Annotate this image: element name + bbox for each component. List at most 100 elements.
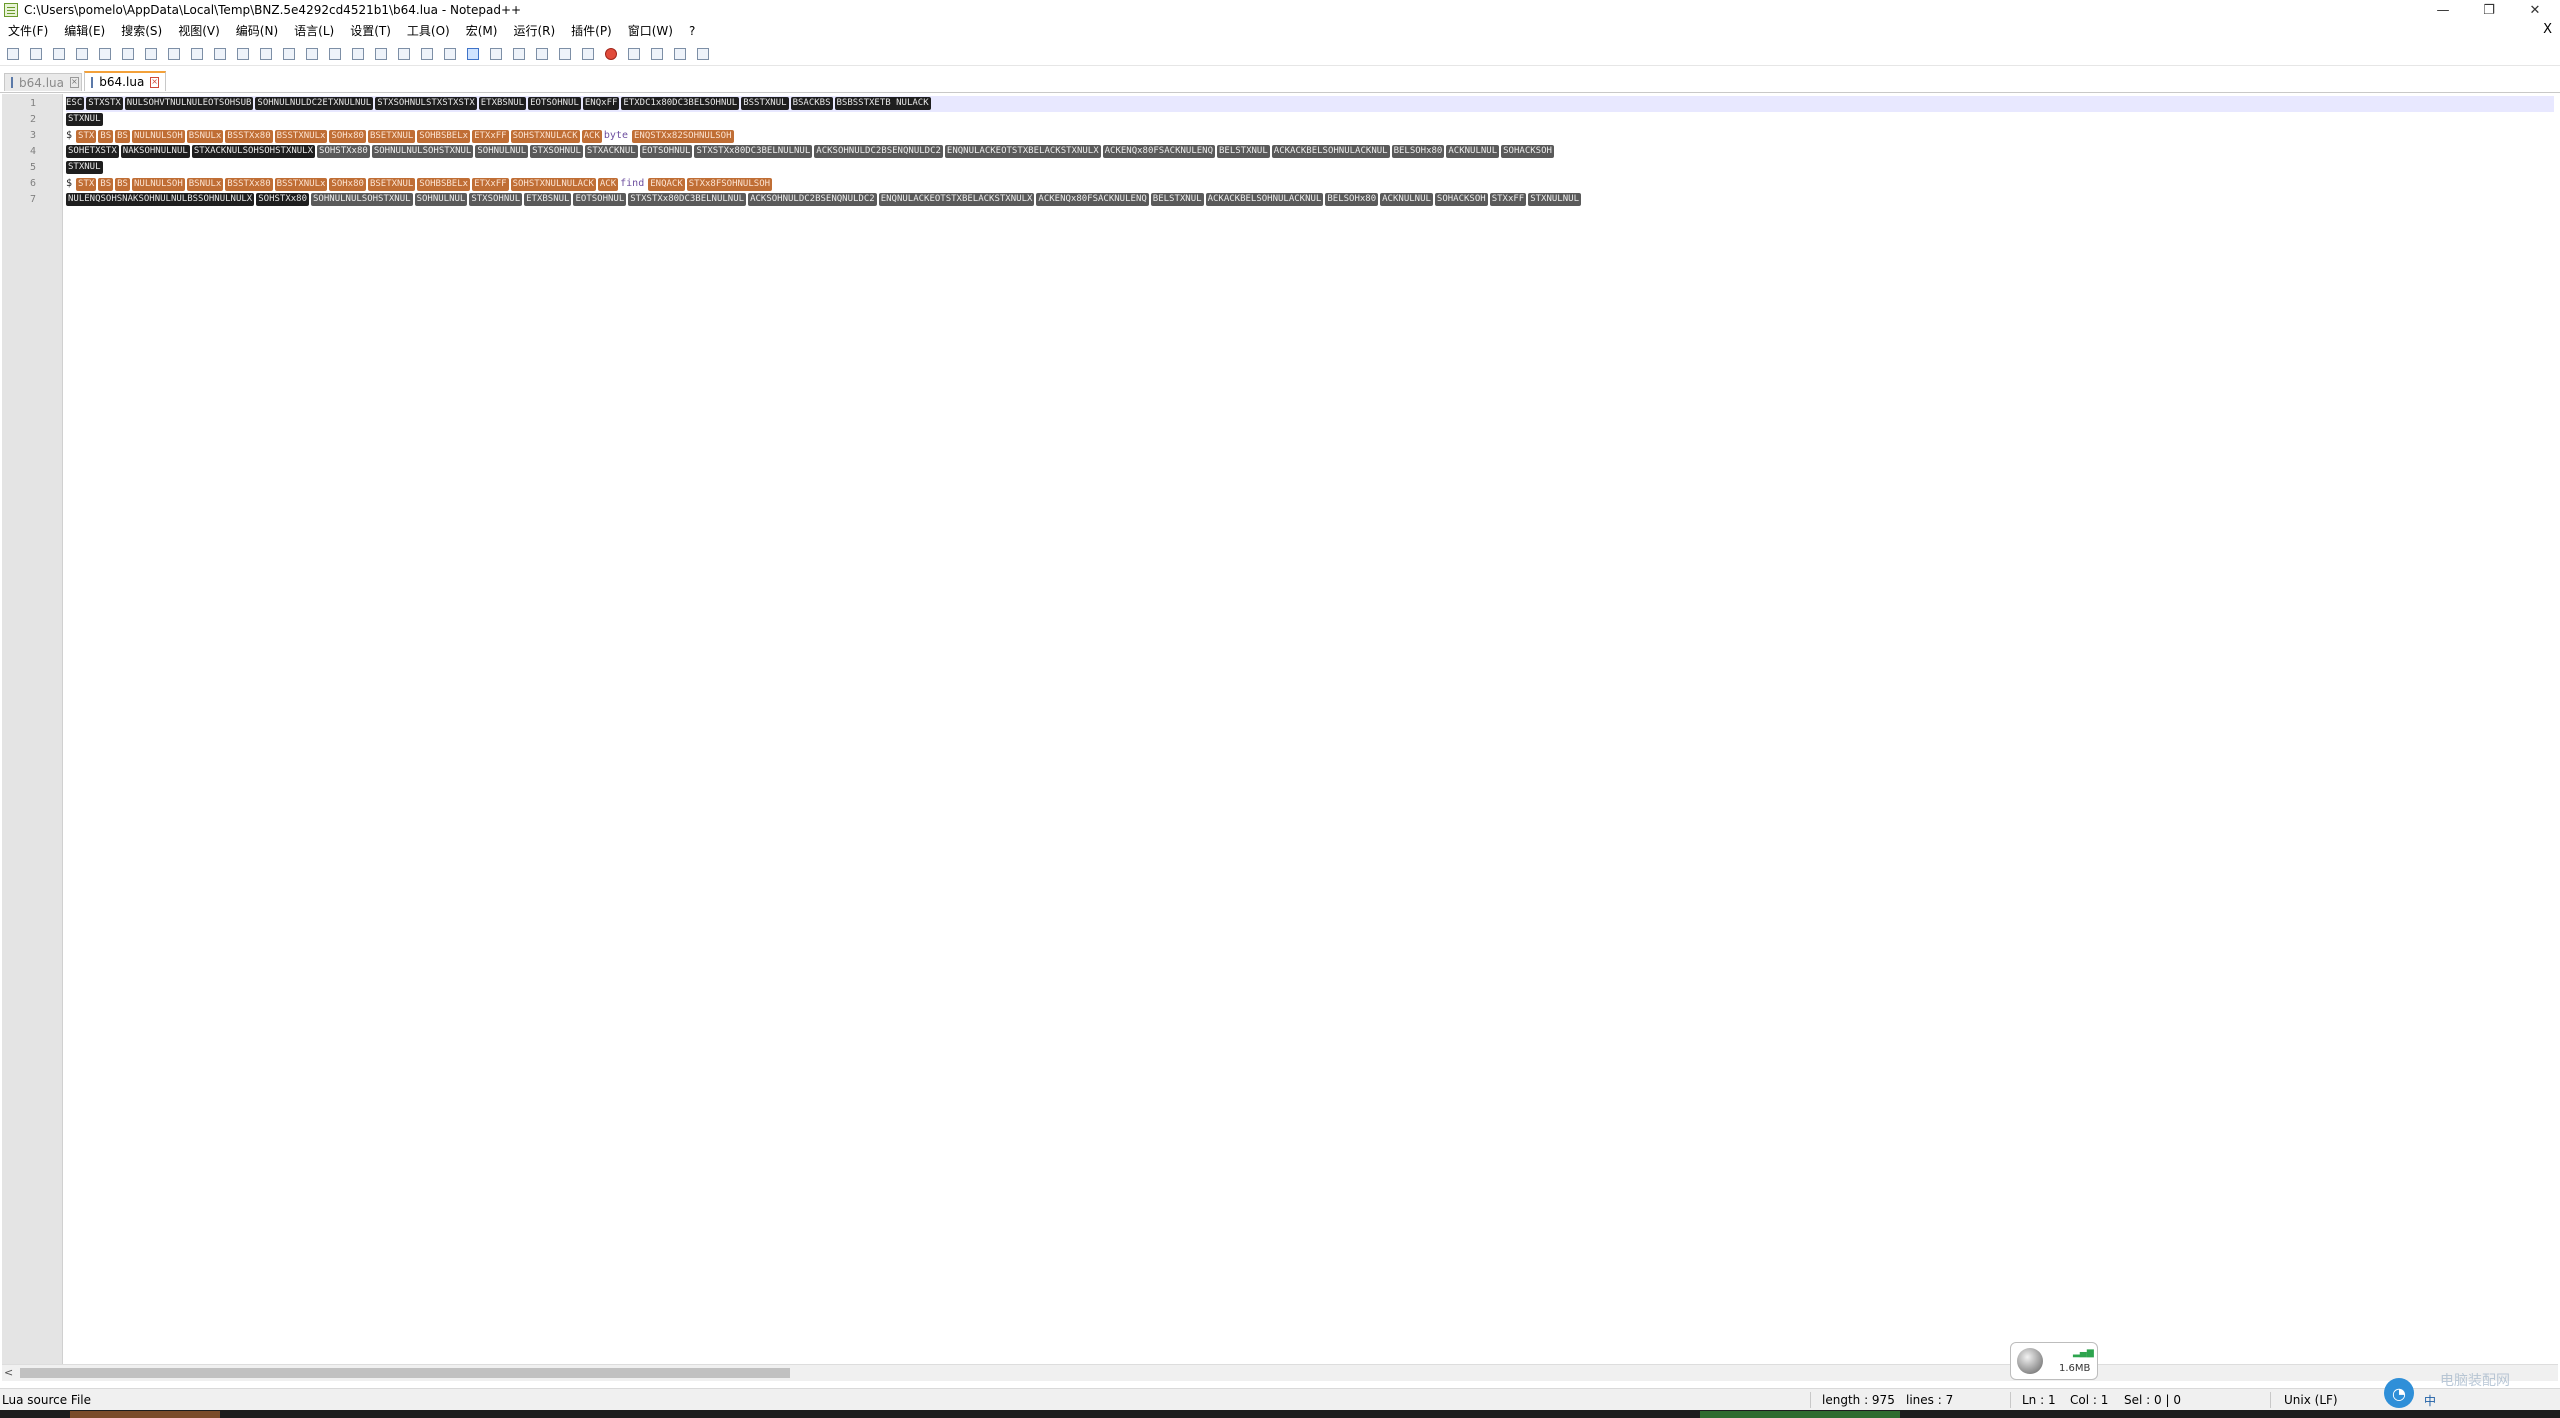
code-line[interactable]: NULENQSOHSNAKSOHNULNULBSSOHNULNULX SOHSTX… <box>66 192 1583 208</box>
save-icon[interactable] <box>50 45 68 63</box>
control-char-token: STXSOHNULSTXSTXSTX <box>375 96 477 110</box>
sync-vertical-icon[interactable] <box>372 45 390 63</box>
code-text: find <box>620 178 645 189</box>
menu-item[interactable]: 宏(M) <box>458 22 506 40</box>
menu-item[interactable]: 运行(R) <box>505 22 563 40</box>
code-line[interactable]: STXNUL <box>66 160 105 176</box>
close-file-icon[interactable] <box>96 45 114 63</box>
status-separator <box>2010 1392 2011 1408</box>
sync-horizontal-icon[interactable] <box>395 45 413 63</box>
menu-item[interactable]: 窗口(W) <box>620 22 681 40</box>
control-char-token: STXSTXx80DC3BELNULNUL <box>628 192 747 206</box>
control-char-token: SOHETXSTX <box>66 144 119 158</box>
control-char-token: SOHACKSOH <box>1501 144 1554 158</box>
control-char-token: SOHBSBELx <box>417 177 471 191</box>
open-file-icon[interactable] <box>27 45 45 63</box>
document-close-button[interactable]: X <box>2543 22 2552 37</box>
paste-icon[interactable] <box>211 45 229 63</box>
minimize-button[interactable]: — <box>2420 0 2466 20</box>
tab-b64-lua-2[interactable]: b64.lua × <box>84 71 166 91</box>
control-char-token: ACKNULNUL <box>1380 192 1433 206</box>
line-number: 4 <box>29 146 36 157</box>
close-button[interactable]: ✕ <box>2512 0 2558 20</box>
title-bar: C:\Users\pomelo\AppData\Local\Temp\BNZ.5… <box>0 0 2560 20</box>
close-all-icon[interactable] <box>119 45 137 63</box>
network-speed: 1.6MB <box>2059 1363 2091 1374</box>
copy-icon[interactable] <box>188 45 206 63</box>
find-icon[interactable] <box>280 45 298 63</box>
word-wrap-icon[interactable] <box>418 45 436 63</box>
stop-macro-icon[interactable] <box>625 45 643 63</box>
code-text: byte <box>603 130 628 141</box>
control-char-token: ACKSOHNULDC2BSENQNULDC2 <box>748 192 877 206</box>
menu-item[interactable]: 搜索(S) <box>113 22 170 40</box>
control-char-token: EOTSOHNUL <box>528 96 581 110</box>
control-char-token: BSSTXx80 <box>225 177 273 191</box>
restore-button[interactable]: ❐ <box>2466 0 2512 20</box>
taskbar-app[interactable] <box>70 1411 220 1418</box>
code-line[interactable]: $ STX BS BS NULNULSOH BSNULx BSSTXx80 BSSTXNULx… <box>66 176 774 192</box>
zoom-in-icon[interactable] <box>326 45 344 63</box>
control-char-token: ENQNULACKEOTSTXBELACKSTXNULX <box>878 192 1035 206</box>
scroll-left-icon[interactable]: < <box>4 1365 13 1381</box>
play-macro-icon[interactable] <box>648 45 666 63</box>
zoom-out-icon[interactable] <box>349 45 367 63</box>
show-all-chars-icon[interactable] <box>441 45 459 63</box>
editor[interactable]: 1234567 ESC STXSTX NULSOHVTNULNULEOTSOHSUB… <box>0 94 2560 1364</box>
control-char-token: BSSTXNUL <box>741 96 789 110</box>
user-defined-language-icon[interactable] <box>487 45 505 63</box>
control-char-token: SOHNULNULSOHSTXNUL <box>311 192 413 206</box>
run-macro-multiple-icon[interactable] <box>671 45 689 63</box>
control-char-token: ENQSTXx82SOHNULSOH <box>631 129 734 143</box>
control-char-token: STXSOHNUL <box>530 144 583 158</box>
document-map-icon[interactable] <box>510 45 528 63</box>
horizontal-scrollbar[interactable]: < <box>2 1364 2558 1381</box>
menu-item[interactable]: 语言(L) <box>286 22 342 40</box>
menu-item[interactable]: 视图(V) <box>170 22 228 40</box>
redo-icon[interactable] <box>257 45 275 63</box>
menu-item[interactable]: 插件(P) <box>563 22 620 40</box>
scroll-thumb[interactable] <box>20 1368 790 1378</box>
monitoring-icon[interactable] <box>579 45 597 63</box>
control-char-token: ACKENQx80FSACKNULENQ <box>1102 144 1215 158</box>
taskbar-app[interactable] <box>1700 1411 1900 1418</box>
document-length: length : 975 <box>1822 1393 1895 1407</box>
cut-icon[interactable] <box>165 45 183 63</box>
network-speed-widget[interactable]: ▂▄▆ 1.6MB <box>2010 1342 2098 1380</box>
menu-item[interactable]: 工具(O) <box>399 22 458 40</box>
code-area[interactable]: ESC STXSTX NULSOHVTNULNULEOTSOHSUB SOHNULNU… <box>66 94 2560 1364</box>
status-separator <box>2270 1392 2271 1408</box>
function-list-icon[interactable] <box>533 45 551 63</box>
control-char-token: STXxFF <box>1489 192 1527 206</box>
close-tab-icon[interactable]: × <box>150 76 159 88</box>
menu-item[interactable]: 编辑(E) <box>56 22 113 40</box>
new-file-icon[interactable] <box>4 45 22 63</box>
control-char-token: SOHSTXNULNULACK <box>510 177 596 191</box>
control-char-token: BSNULx <box>186 177 224 191</box>
save-macro-icon[interactable] <box>694 45 712 63</box>
control-char-token: BS <box>98 129 114 143</box>
replace-icon[interactable] <box>303 45 321 63</box>
code-line[interactable]: SOHETXSTX NAKSOHNULNUL STXACKNULSOHSOHSTXN… <box>66 144 1556 160</box>
close-tab-icon[interactable]: × <box>70 77 79 88</box>
print-icon[interactable] <box>142 45 160 63</box>
menu-item[interactable]: 编码(N) <box>228 22 286 40</box>
record-macro-icon[interactable] <box>602 45 620 63</box>
code-line[interactable]: STXNUL <box>66 112 105 128</box>
ime-language[interactable]: 中 <box>2424 1392 2436 1409</box>
indent-guide-icon[interactable] <box>464 45 482 63</box>
code-line[interactable]: ESC STXSTX NULSOHVTNULNULEOTSOHSUB SOHNULNU… <box>66 96 2554 112</box>
menu-item[interactable]: ? <box>681 22 703 40</box>
tab-b64-lua-1[interactable]: b64.lua × <box>4 73 82 91</box>
code-line[interactable]: $ STX BS BS NULNULSOH BSNULx BSSTXx80 BSSTXNULx… <box>66 128 736 144</box>
control-char-token: ACKENQx80FSACKNULENQ <box>1036 192 1149 206</box>
undo-icon[interactable] <box>234 45 252 63</box>
menu-item[interactable]: 文件(F) <box>0 22 56 40</box>
cursor-column: Col : 1 <box>2070 1393 2109 1407</box>
save-all-icon[interactable] <box>73 45 91 63</box>
folder-as-workspace-icon[interactable] <box>556 45 574 63</box>
menu-item[interactable]: 设置(T) <box>342 22 399 40</box>
code-text: $ <box>66 178 73 189</box>
control-char-token: SOHACKSOH <box>1434 192 1488 206</box>
ime-icon[interactable]: ◔ <box>2384 1378 2414 1408</box>
